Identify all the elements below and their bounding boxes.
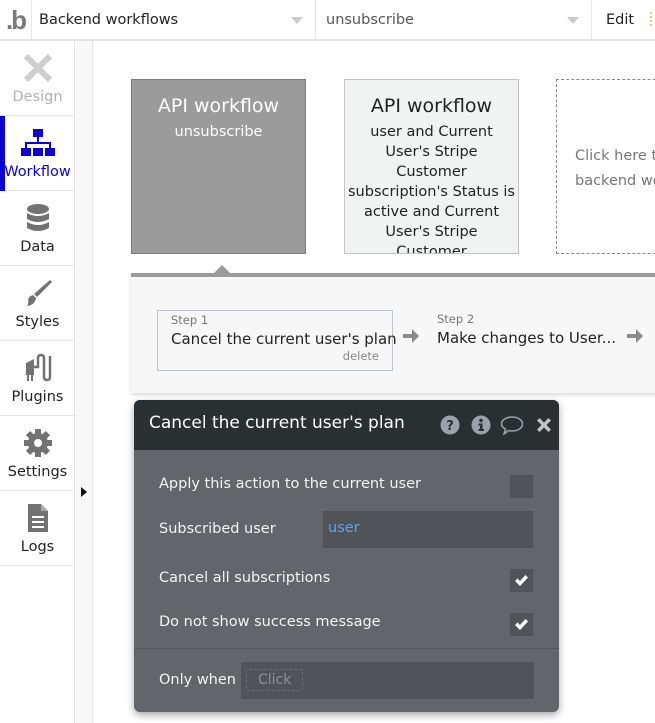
help-icon[interactable]: ?	[440, 415, 460, 435]
step-1-box[interactable]: Step 1 Cancel the current user's plan de…	[157, 310, 397, 371]
arrow-right-icon	[627, 329, 643, 343]
cancel-all-subscriptions-label: Cancel all subscriptions	[159, 570, 331, 586]
step-number: Step 2	[437, 312, 475, 326]
delete-step-link[interactable]: delete	[343, 349, 379, 363]
sidebar-gutter	[76, 41, 93, 723]
subscribed-user-field[interactable]: user	[323, 511, 533, 548]
sidebar-item-label: Data	[20, 239, 55, 255]
no-success-message-label: Do not show success message	[159, 614, 381, 630]
bubble-logo[interactable]: .b	[0, 0, 32, 40]
subscribed-user-label: Subscribed user	[159, 521, 276, 537]
add-workflow-hint: Click here to add a backend workflow	[575, 148, 655, 189]
chevron-down-icon	[291, 17, 303, 24]
apply-to-current-user-checkbox[interactable]	[510, 475, 533, 498]
selected-card-pointer	[214, 265, 230, 273]
action-property-editor: Cancel the current user's plan ? Apply t…	[134, 400, 559, 712]
step-name: Cancel the current user's plan	[171, 330, 397, 348]
step-name: Make changes to User...	[437, 329, 617, 347]
expand-panel-arrow-icon[interactable]	[81, 487, 87, 497]
editor-header: Cancel the current user's plan ?	[134, 400, 559, 450]
sidebar-item-label: Workflow	[4, 164, 71, 180]
page-selector-value: Backend workflows	[39, 12, 179, 28]
only-when-label: Only when	[159, 672, 236, 688]
step-2-box[interactable]: Step 2 Make changes to User...	[423, 310, 623, 371]
only-when-field[interactable]: Click	[241, 662, 534, 699]
workflow-card[interactable]: API workflow user and Current User's Str…	[344, 79, 519, 254]
paintbrush-icon	[26, 280, 52, 306]
close-icon[interactable]	[534, 415, 554, 435]
database-icon	[26, 204, 49, 231]
workflow-card-selected[interactable]: API workflow unsubscribe	[131, 79, 306, 254]
sidebar-item-workflow[interactable]: Workflow	[0, 116, 75, 191]
edit-menu[interactable]: Edit	[606, 0, 634, 40]
info-icon[interactable]	[471, 415, 491, 435]
svg-text:?: ?	[446, 419, 454, 434]
document-icon	[27, 504, 48, 532]
sidebar-item-label: Plugins	[11, 389, 64, 405]
top-bar: .b Backend workflows unsubscribe Edit	[0, 0, 655, 41]
workflow-selector-dropdown[interactable]: unsubscribe	[316, 0, 592, 40]
workflow-card-title: API workflow	[370, 95, 493, 117]
sidebar-item-settings[interactable]: Settings	[0, 416, 75, 491]
plug-icon	[25, 353, 51, 382]
gear-icon	[23, 429, 52, 457]
apply-to-current-user-label: Apply this action to the current user	[159, 476, 421, 492]
sidebar-item-label: Settings	[7, 464, 68, 480]
workflow-card-title: API workflow	[157, 95, 280, 117]
arrow-right-icon	[403, 329, 419, 343]
workflow-steps-panel: Step 1 Cancel the current user's plan de…	[131, 273, 655, 393]
subscribed-user-value: user	[328, 520, 360, 536]
editor-title: Cancel the current user's plan	[149, 413, 405, 433]
sidebar-item-label: Design	[12, 89, 63, 105]
step-number: Step 1	[171, 313, 209, 327]
workflow-icon	[20, 129, 55, 156]
no-success-message-checkbox[interactable]	[510, 613, 533, 636]
sidebar-item-styles[interactable]: Styles	[0, 266, 75, 341]
sidebar-item-logs[interactable]: Logs	[0, 491, 75, 566]
workflow-selector-value: unsubscribe	[326, 12, 414, 28]
checkmark-icon	[515, 575, 528, 586]
menu-overflow-hint	[650, 12, 652, 26]
workflow-card-name: unsubscribe	[174, 124, 263, 140]
chevron-down-icon	[567, 17, 579, 24]
editor-divider	[134, 648, 559, 649]
sidebar-item-data[interactable]: Data	[0, 191, 75, 266]
cancel-all-subscriptions-checkbox[interactable]	[510, 569, 533, 592]
sidebar-item-label: Logs	[20, 539, 55, 555]
sidebar: Design Workflow Data Styles Plugins Sett…	[0, 41, 75, 723]
only-when-click-placeholder[interactable]: Click	[246, 669, 304, 691]
sidebar-item-design[interactable]: Design	[0, 41, 75, 116]
page-selector-dropdown[interactable]: Backend workflows	[32, 0, 316, 40]
sidebar-item-plugins[interactable]: Plugins	[0, 341, 75, 416]
add-workflow-card[interactable]: Click here to add a backend workflow	[556, 79, 655, 254]
design-icon	[23, 53, 52, 83]
checkmark-icon	[515, 619, 528, 630]
comment-icon[interactable]	[500, 415, 524, 435]
workflow-card-condition: user and Current User's Stripe Customer …	[348, 124, 515, 254]
sidebar-item-label: Styles	[15, 314, 60, 330]
